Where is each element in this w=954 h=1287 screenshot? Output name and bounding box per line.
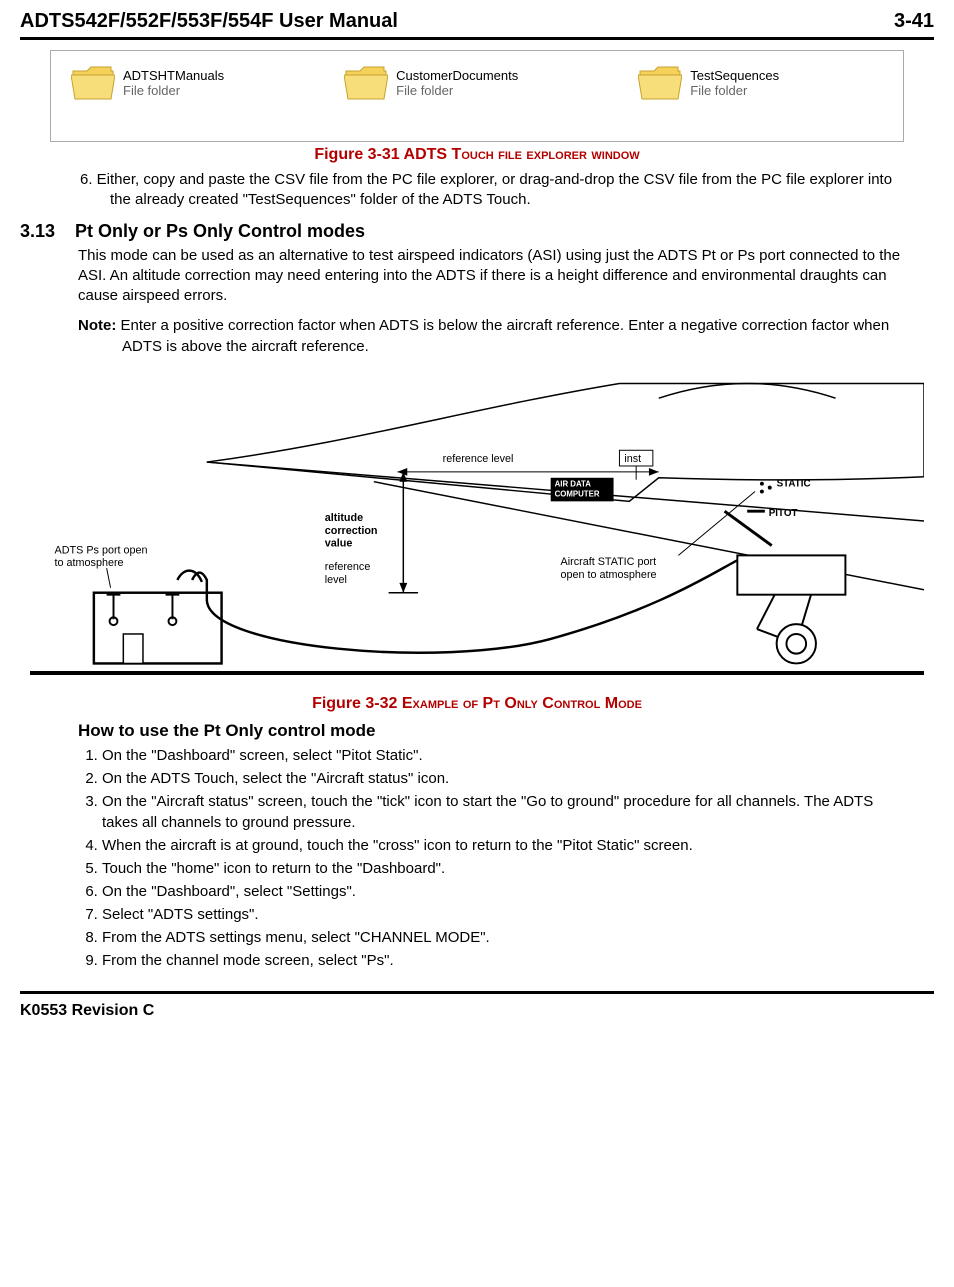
how-to-step: From the channel mode screen, select "Ps…	[102, 950, 904, 971]
folder-name: CustomerDocuments	[396, 68, 518, 83]
note-text: Enter a positive correction factor when …	[116, 317, 889, 354]
static-port-l2: open to atmosphere	[561, 569, 657, 581]
reference-level-upper-label: reference level	[443, 453, 514, 465]
aircraft-diagram-svg: STATIC PITOT reference level inst AIR DA…	[30, 371, 924, 671]
section-intro-paragraph: This mode can be used as an alternative …	[78, 246, 904, 307]
how-to-step: On the "Aircraft status" screen, touch t…	[102, 791, 904, 833]
how-to-step: From the ADTS settings menu, select "CHA…	[102, 927, 904, 948]
how-to-step: On the "Dashboard" screen, select "Pitot…	[102, 745, 904, 766]
how-to-step: When the aircraft is at ground, touch th…	[102, 835, 904, 856]
folder-icon	[638, 65, 682, 101]
folder-type: File folder	[690, 83, 779, 98]
alt-corr-l3: value	[325, 537, 353, 549]
alt-corr-l2: correction	[325, 525, 378, 537]
page-header: ADTS542F/552F/553F/554F User Manual 3-41	[20, 10, 934, 40]
how-to-step: Touch the "home" icon to return to the "…	[102, 858, 904, 879]
section-number: 3.13	[20, 221, 65, 242]
alt-corr-l1: altitude	[325, 512, 363, 524]
adts-label-l1: ADTS Ps port open	[55, 544, 148, 556]
figure-3-31-caption: Figure 3-31 ADTS Touch file explorer win…	[20, 146, 934, 164]
reference-level-lower-l2: level	[325, 574, 347, 586]
how-to-step: Select "ADTS settings".	[102, 904, 904, 925]
section-title: Pt Only or Ps Only Control modes	[75, 221, 365, 242]
folder-type: File folder	[123, 83, 224, 98]
pitot-label: PITOT	[769, 508, 798, 519]
section-3-13-heading: 3.13 Pt Only or Ps Only Control modes	[20, 221, 934, 242]
folder-name: ADTSHTManuals	[123, 68, 224, 83]
air-data-line1: AIR DATA	[555, 479, 592, 488]
folder-item-testsequences[interactable]: TestSequences File folder	[638, 65, 779, 101]
manual-title: ADTS542F/552F/553F/554F User Manual	[20, 10, 398, 33]
how-to-step: On the "Dashboard", select "Settings".	[102, 881, 904, 902]
folder-type: File folder	[396, 83, 518, 98]
folder-icon	[71, 65, 115, 101]
folder-icon	[344, 65, 388, 101]
how-to-step: On the ADTS Touch, select the "Aircraft …	[102, 768, 904, 789]
folder-item-customerdocuments[interactable]: CustomerDocuments File folder	[344, 65, 518, 101]
folder-name: TestSequences	[690, 68, 779, 83]
page-footer: K0553 Revision C	[20, 991, 934, 1020]
figure-3-32-diagram: STATIC PITOT reference level inst AIR DA…	[30, 371, 924, 675]
adts-label-l2: to atmosphere	[55, 557, 124, 569]
file-explorer-window: ADTSHTManuals File folder CustomerDocume…	[50, 50, 904, 142]
figure-3-32-caption: Figure 3-32 Example of Pt Only Control M…	[20, 695, 934, 713]
note-paragraph: Note: Enter a positive correction factor…	[78, 316, 904, 357]
folder-item-adtshtmanuals[interactable]: ADTSHTManuals File folder	[71, 65, 224, 101]
static-label: STATIC	[777, 478, 811, 489]
step-6-text: 6. Either, copy and paste the CSV file f…	[80, 170, 904, 211]
how-to-steps-list: On the "Dashboard" screen, select "Pitot…	[78, 745, 904, 971]
static-port-l1: Aircraft STATIC port	[561, 556, 657, 568]
inst-box-label: inst	[624, 453, 641, 465]
air-data-line2: COMPUTER	[555, 489, 600, 498]
note-label: Note:	[78, 317, 116, 334]
reference-level-lower-l1: reference	[325, 561, 371, 573]
page-number: 3-41	[894, 10, 934, 33]
how-to-use-subheading: How to use the Pt Only control mode	[78, 721, 934, 741]
